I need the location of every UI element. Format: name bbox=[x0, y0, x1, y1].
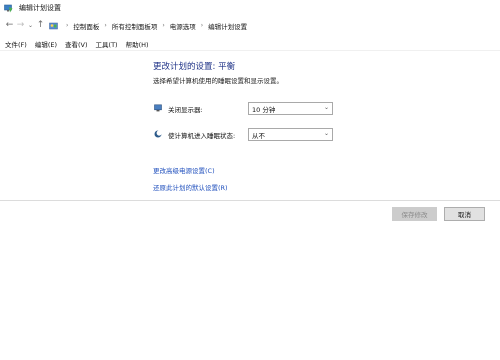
sleep-moon-icon bbox=[154, 130, 162, 138]
cancel-button[interactable]: 取消 bbox=[444, 207, 485, 221]
breadcrumb: › 控制面板 › 所有控制面板项 › 电源选项 › 编辑计划设置 bbox=[61, 21, 247, 31]
page-description: 选择希望计算机使用的睡眠设置和显示设置。 bbox=[153, 77, 283, 85]
save-changes-button[interactable]: 保存修改 bbox=[392, 207, 437, 221]
display-off-dropdown[interactable]: 10 分钟 ⌄ bbox=[248, 102, 333, 115]
forward-arrow-icon[interactable]: → bbox=[15, 17, 26, 34]
control-panel-icon bbox=[49, 21, 58, 30]
menu-file[interactable]: 文件(F) bbox=[5, 39, 27, 49]
back-arrow-icon[interactable]: ← bbox=[4, 17, 15, 34]
chevron-right-icon[interactable]: › bbox=[104, 22, 106, 29]
display-off-label: 关闭显示器: bbox=[168, 106, 203, 114]
up-arrow-icon[interactable]: ↑ bbox=[35, 17, 46, 34]
chevron-right-icon[interactable]: › bbox=[66, 22, 68, 29]
breadcrumb-edit-plan[interactable]: 编辑计划设置 bbox=[208, 21, 247, 31]
sleep-dropdown[interactable]: 从不 ⌄ bbox=[248, 128, 333, 141]
breadcrumb-all-items[interactable]: 所有控制面板项 bbox=[112, 21, 158, 31]
chevron-down-icon: ⌄ bbox=[323, 130, 329, 137]
menu-tools[interactable]: 工具(T) bbox=[96, 39, 118, 49]
divider bbox=[0, 200, 500, 201]
chevron-down-icon: ⌄ bbox=[323, 104, 329, 111]
page-title: 更改计划的设置: 平衡 bbox=[153, 62, 236, 72]
restore-defaults-link[interactable]: 还原此计划的默认设置(R) bbox=[153, 182, 228, 192]
recent-locations-chevron-icon[interactable]: ⌄ bbox=[26, 22, 35, 29]
display-off-value: 10 分钟 bbox=[252, 105, 276, 114]
menu-view[interactable]: 查看(V) bbox=[65, 39, 88, 49]
window-title: 编辑计划设置 bbox=[19, 4, 61, 12]
power-options-app-icon bbox=[4, 4, 13, 13]
chevron-right-icon[interactable]: › bbox=[201, 22, 203, 29]
title-bar: 编辑计划设置 bbox=[0, 0, 500, 16]
monitor-icon bbox=[154, 104, 162, 112]
address-bar: ← → ⌄ ↑ › 控制面板 › 所有控制面板项 › 电源选项 › 编辑计划设置 bbox=[0, 17, 500, 34]
chevron-right-icon[interactable]: › bbox=[162, 22, 164, 29]
sleep-value: 从不 bbox=[252, 131, 265, 140]
advanced-power-settings-link[interactable]: 更改高级电源设置(C) bbox=[153, 165, 215, 175]
sleep-label: 使计算机进入睡眠状态: bbox=[168, 132, 236, 140]
breadcrumb-control-panel[interactable]: 控制面板 bbox=[73, 21, 99, 31]
menu-help[interactable]: 帮助(H) bbox=[126, 39, 149, 49]
menu-edit[interactable]: 编辑(E) bbox=[35, 39, 57, 49]
menu-bar: 文件(F) 编辑(E) 查看(V) 工具(T) 帮助(H) bbox=[0, 37, 500, 51]
breadcrumb-power-options[interactable]: 电源选项 bbox=[170, 21, 196, 31]
